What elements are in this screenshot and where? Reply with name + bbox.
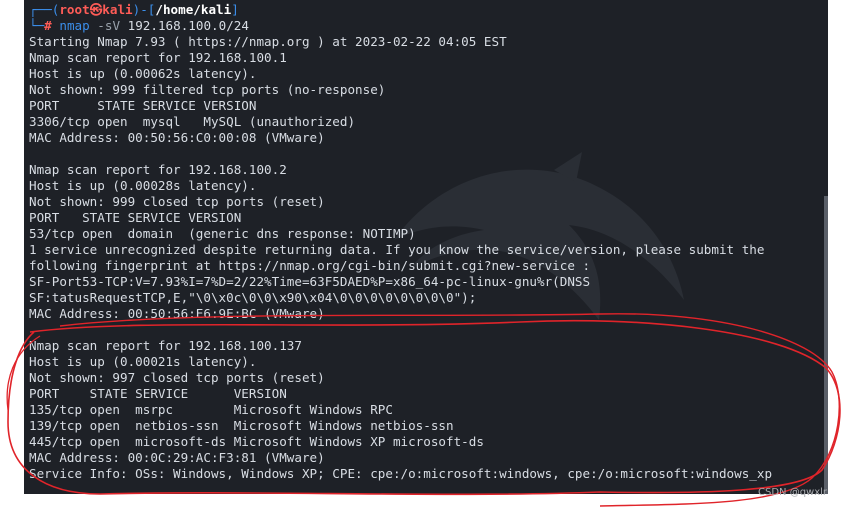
terminal-scrollbar[interactable]: [824, 196, 828, 494]
prompt-corner-bottom: └─: [29, 18, 45, 33]
output-line: PORT STATE SERVICE VERSION: [29, 386, 287, 401]
output-line: MAC Address: 00:0C:29:AC:F3:81 (VMware): [29, 450, 325, 465]
output-line: following fingerprint at https://nmap.or…: [29, 258, 591, 273]
prompt-path: /home/kali: [155, 2, 232, 17]
prompt-corner-top: ┌──(: [29, 2, 60, 17]
output-line: Host is up (0.00021s latency).: [29, 354, 257, 369]
output-line: Nmap scan report for 192.168.100.137: [29, 338, 302, 353]
output-line: MAC Address: 00:50:56:E6:9E:BC (VMware): [29, 306, 325, 321]
terminal-window[interactable]: ┌──(root㉿kali)-[/home/kali] └─# nmap -sV…: [24, 0, 828, 494]
prompt-path-open: )-[: [132, 2, 156, 17]
output-line: 53/tcp open domain (generic dns response…: [29, 226, 416, 241]
output-line: Starting Nmap 7.93 ( https://nmap.org ) …: [29, 34, 507, 49]
prompt-host: kali: [102, 2, 133, 17]
prompt-at-icon: ㉿: [89, 2, 103, 17]
output-line: 445/tcp open microsoft-ds Microsoft Wind…: [29, 434, 484, 449]
output-line: SF:tatusRequestTCP,E,"\0\x0c\0\0\x90\x04…: [29, 290, 477, 305]
output-line: 3306/tcp open mysql MySQL (unauthorized): [29, 114, 356, 129]
command-args: -sV: [97, 18, 121, 33]
output-line: Host is up (0.00028s latency).: [29, 178, 257, 193]
output-line: PORT STATE SERVICE VERSION: [29, 98, 257, 113]
output-line: MAC Address: 00:50:56:C0:00:08 (VMware): [29, 130, 325, 145]
output-line: Host is up (0.00062s latency).: [29, 66, 257, 81]
output-line: 1 service unrecognized despite returning…: [29, 242, 765, 257]
prompt-path-close: ]: [231, 2, 239, 17]
output-line: 135/tcp open msrpc Microsoft Windows RPC: [29, 402, 393, 417]
output-line: Not shown: 997 closed tcp ports (reset): [29, 370, 325, 385]
output-line: Nmap scan report for 192.168.100.2: [29, 162, 287, 177]
prompt-line-2: └─# nmap -sV 192.168.100.0/24: [29, 18, 249, 34]
output-line: Service Info: OSs: Windows, Windows XP; …: [29, 466, 773, 481]
csdn-watermark: CSDN @qwxlr: [758, 487, 828, 498]
output-line: 139/tcp open netbios-ssn Microsoft Windo…: [29, 418, 454, 433]
prompt-line-1: ┌──(root㉿kali)-[/home/kali]: [29, 2, 239, 18]
output-line: Nmap scan report for 192.168.100.1: [29, 50, 287, 65]
output-line: Not shown: 999 closed tcp ports (reset): [29, 194, 325, 209]
command-name: nmap: [59, 18, 90, 33]
prompt-hash: #: [44, 18, 52, 33]
output-line: Not shown: 999 filtered tcp ports (no-re…: [29, 82, 386, 97]
output-line: SF-Port53-TCP:V=7.93%I=7%D=2/22%Time=63F…: [29, 274, 591, 289]
prompt-user: root: [59, 2, 90, 17]
command-target: 192.168.100.0/24: [127, 18, 249, 33]
output-line: PORT STATE SERVICE VERSION: [29, 210, 242, 225]
